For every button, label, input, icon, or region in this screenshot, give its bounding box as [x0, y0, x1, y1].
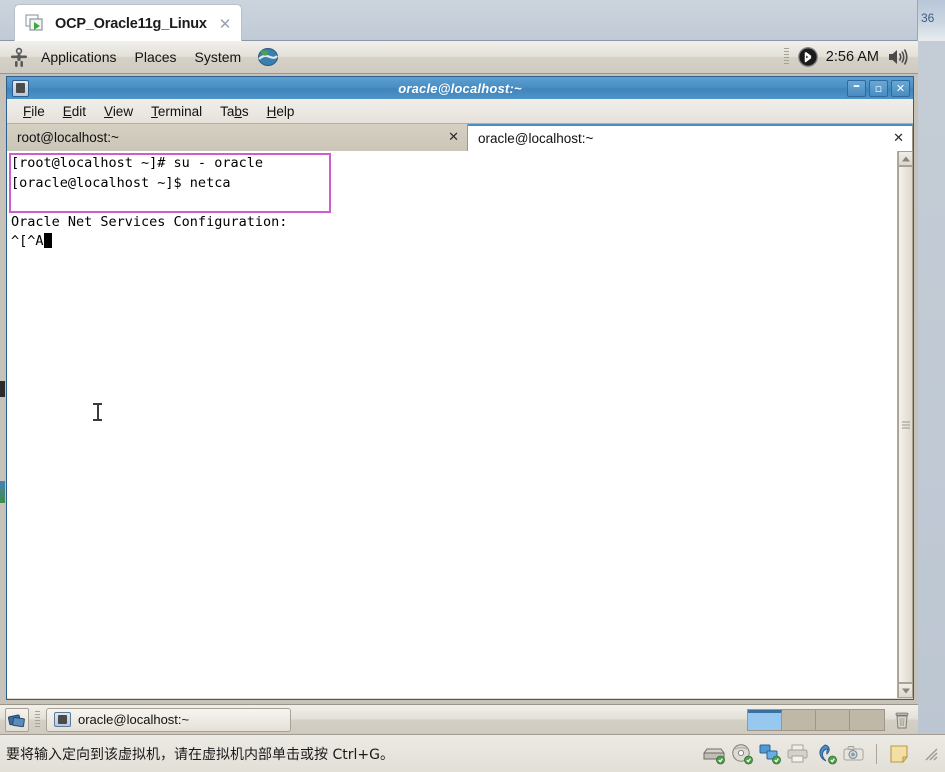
scroll-thumb-grip [901, 421, 910, 428]
taskbar-window-button-label: oracle@localhost:~ [78, 712, 190, 727]
window-edge-artifact-1 [0, 381, 5, 397]
workspace-1[interactable] [748, 709, 782, 730]
terminal-icon [54, 712, 71, 727]
vm-right-edge-fragment: 36 [917, 0, 945, 41]
sticky-note-icon[interactable] [887, 743, 913, 765]
terminal-window-icon [12, 79, 29, 97]
vmware-device-icons [702, 743, 939, 765]
printer-icon[interactable] [786, 743, 810, 765]
vmware-status-message: 要将输入定向到该虚拟机，请在虚拟机内部单击或按 Ctrl+G。 [6, 746, 394, 763]
maximize-button[interactable]: ▫ [869, 79, 888, 97]
panel-drag-grip[interactable] [783, 46, 790, 68]
hard-disk-icon[interactable] [702, 743, 726, 765]
minimize-button[interactable]: – [847, 77, 866, 97]
redhat-shadowman-icon[interactable] [8, 46, 30, 68]
terminal-tab-root-close-icon[interactable]: ✕ [442, 130, 459, 145]
vm-tab-strip: OCP_Oracle11g_Linux ✕ 36 [0, 0, 945, 42]
panel-clock[interactable]: 2:56 AM [826, 49, 879, 65]
panel-menu-places[interactable]: Places [126, 46, 186, 68]
menu-tabs[interactable]: Tabs [212, 102, 257, 121]
terminal-line: Oracle Net Services Configuration: [11, 213, 288, 230]
terminal-tab-oracle-label: oracle@localhost:~ [477, 131, 594, 146]
usb-icon[interactable] [814, 743, 838, 765]
workspace-switcher[interactable] [747, 708, 885, 731]
panel-menu-applications[interactable]: Applications [32, 46, 126, 68]
menu-edit[interactable]: Edit [55, 102, 94, 121]
bottom-panel-right-group [747, 708, 913, 731]
workspace-4[interactable] [850, 709, 884, 730]
terminal-line-with-cursor: ^[^A [11, 232, 897, 252]
close-button[interactable]: ✕ [891, 79, 910, 97]
terminal-line-text: ^[^A [11, 233, 44, 249]
workspace-3[interactable] [816, 709, 850, 730]
scroll-up-arrow-icon[interactable] [898, 151, 913, 166]
guest-os-screen[interactable]: Applications Places System 2:56 AM oracl… [0, 41, 918, 734]
scroll-thumb[interactable] [898, 166, 913, 683]
terminal-tab-root[interactable]: root@localhost:~ ✕ [7, 124, 468, 151]
workspace-2[interactable] [782, 709, 816, 730]
terminal-tab-oracle-close-icon[interactable]: ✕ [887, 131, 904, 146]
minimize-glyph: – [853, 77, 860, 94]
terminal-tab-oracle[interactable]: oracle@localhost:~ ✕ [467, 124, 913, 151]
window-edge-artifact-2 [0, 481, 5, 503]
terminal-scrollbar[interactable] [897, 151, 913, 698]
bluetooth-icon[interactable] [797, 46, 819, 68]
menu-terminal[interactable]: Terminal [143, 102, 210, 121]
show-desktop-icon[interactable] [5, 707, 29, 732]
camera-icon[interactable] [842, 743, 866, 765]
gnome-bottom-panel: oracle@localhost:~ [0, 704, 918, 734]
terminal-menubar: File Edit View Terminal Tabs Help [7, 99, 913, 124]
menu-file[interactable]: File [15, 102, 53, 121]
maximize-glyph: ▫ [874, 81, 883, 95]
terminal-titlebar[interactable]: oracle@localhost:~ – ▫ ✕ [7, 77, 913, 99]
vm-right-fragment-number: 36 [921, 11, 935, 25]
vm-tab-title: OCP_Oracle11g_Linux [55, 15, 207, 32]
vm-tab-ocp-oracle11g-linux[interactable]: OCP_Oracle11g_Linux ✕ [14, 4, 243, 42]
close-glyph: ✕ [895, 81, 906, 95]
panel-menu-system[interactable]: System [186, 46, 251, 68]
cd-dvd-icon[interactable] [730, 743, 754, 765]
trash-icon[interactable] [891, 709, 913, 731]
ibeam-text-cursor [93, 403, 102, 421]
vmware-status-bar: 要将输入定向到该虚拟机，请在虚拟机内部单击或按 Ctrl+G。 [0, 734, 945, 772]
terminal-window-title: oracle@localhost:~ [398, 80, 522, 96]
taskbar-window-button-oracle-terminal[interactable]: oracle@localhost:~ [46, 707, 291, 732]
terminal-tab-bar: root@localhost:~ ✕ oracle@localhost:~ ✕ [7, 124, 913, 151]
vmware-workstation-window: OCP_Oracle11g_Linux ✕ 36 Applications Pl… [0, 0, 945, 772]
gnome-panel-left-group: Applications Places System [0, 46, 280, 68]
gnome-terminal-window: oracle@localhost:~ – ▫ ✕ File Edit View [6, 76, 914, 700]
menu-help[interactable]: Help [259, 102, 303, 121]
vm-tab-close-icon[interactable]: ✕ [215, 15, 232, 33]
window-controls: – ▫ ✕ [847, 77, 910, 97]
terminal-body: [root@localhost ~]# su - oracle [oracle@… [7, 151, 913, 698]
network-adapter-icon[interactable] [758, 743, 782, 765]
terminal-cursor [43, 233, 52, 248]
terminal-line: [oracle@localhost ~]$ netca [11, 174, 231, 191]
vm-stacked-windows-icon [25, 13, 47, 34]
terminal-line: [root@localhost ~]# su - oracle [11, 155, 263, 171]
bottom-panel-drag-grip[interactable] [34, 709, 41, 731]
gnome-panel-right-group: 2:56 AM [783, 46, 918, 68]
scroll-down-arrow-icon[interactable] [898, 683, 913, 698]
volume-speaker-icon[interactable] [886, 46, 910, 68]
menu-view[interactable]: View [96, 102, 141, 121]
gnome-top-panel: Applications Places System 2:56 AM [0, 41, 918, 74]
globe-browser-icon[interactable] [256, 46, 280, 68]
terminal-tab-root-label: root@localhost:~ [17, 130, 119, 145]
terminal-screen[interactable]: [root@localhost ~]# su - oracle [oracle@… [7, 151, 897, 698]
statusbar-divider [876, 743, 877, 764]
resize-grip[interactable] [923, 746, 939, 762]
